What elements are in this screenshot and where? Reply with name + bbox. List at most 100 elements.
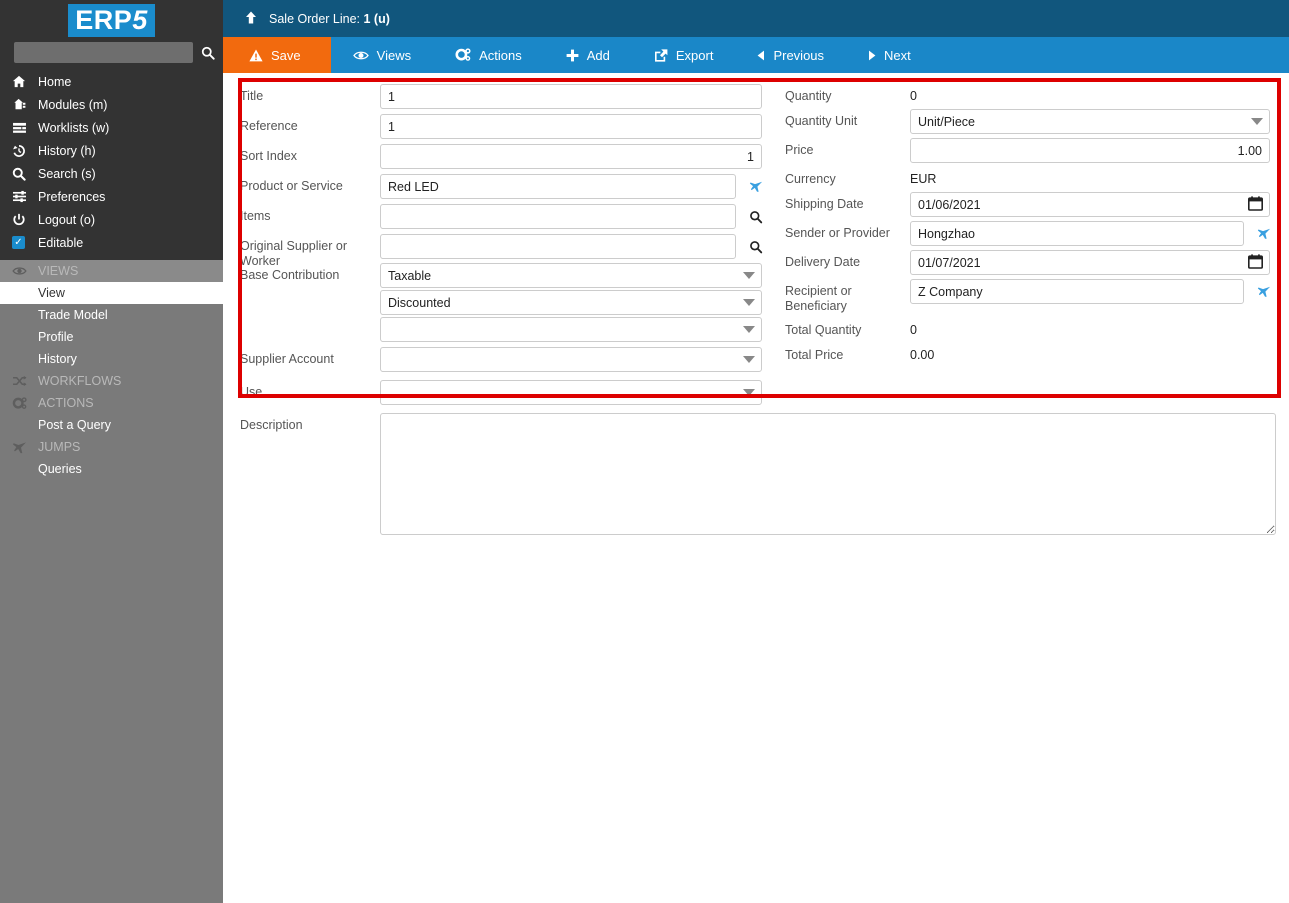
- total-price-label: Total Price: [785, 348, 844, 362]
- breadcrumb-prefix: Sale Order Line:: [269, 11, 364, 26]
- sidebar-item-search[interactable]: Search (s): [0, 162, 223, 185]
- add-button[interactable]: Add: [544, 37, 632, 73]
- field-row-quantity: Quantity 0: [785, 84, 1285, 104]
- search-icon[interactable]: [745, 234, 767, 259]
- sort-index-label: Sort Index: [240, 149, 297, 163]
- recipient-label: Recipient or Beneficiary: [785, 284, 852, 313]
- chevron-down-icon: [743, 299, 755, 306]
- sidebar-item-label: Trade Model: [38, 308, 108, 322]
- gear-icon: [12, 396, 38, 410]
- jump-plane-icon[interactable]: [1253, 279, 1275, 304]
- sidebar-group-actions[interactable]: ACTIONS: [0, 392, 223, 414]
- base-contribution-select-3[interactable]: [380, 317, 762, 342]
- field-row-reference: Reference: [240, 114, 785, 139]
- total-quantity-label: Total Quantity: [785, 323, 862, 337]
- price-label: Price: [785, 143, 814, 157]
- field-row-quantity-unit: Quantity Unit Unit/Piece: [785, 109, 1285, 134]
- sidebar-item-home[interactable]: Home: [0, 70, 223, 93]
- sidebar-item-logout[interactable]: Logout (o): [0, 208, 223, 231]
- description-textarea[interactable]: [380, 413, 1276, 535]
- sidebar-group-workflows[interactable]: WORKFLOWS: [0, 370, 223, 392]
- sender-or-provider-input[interactable]: [910, 221, 1244, 246]
- sidebar-item-editable[interactable]: ✓ Editable: [0, 231, 223, 254]
- sidebar-top-section: ERP5 Home Modules (m) Worklists (w) Hist…: [0, 0, 223, 260]
- erp5-logo[interactable]: ERP5: [0, 0, 223, 38]
- previous-button[interactable]: Previous: [735, 37, 846, 73]
- sidebar-item-label: Modules (m): [38, 97, 108, 112]
- sidebar-group-label: ACTIONS: [38, 396, 94, 410]
- quantity-unit-label: Quantity Unit: [785, 114, 858, 128]
- delivery-date-label: Delivery Date: [785, 255, 861, 269]
- sidebar-group-jumps[interactable]: JUMPS: [0, 436, 223, 458]
- search-icon[interactable]: [745, 204, 767, 229]
- chevron-down-icon: [1251, 118, 1263, 125]
- supplier-account-select[interactable]: [380, 347, 762, 372]
- title-input[interactable]: [380, 84, 762, 109]
- search-icon: [12, 167, 38, 181]
- search-icon[interactable]: [199, 44, 217, 62]
- sidebar-item-trade-model[interactable]: Trade Model: [0, 304, 223, 326]
- items-label: Items: [240, 209, 271, 223]
- items-input[interactable]: [380, 204, 736, 229]
- sidebar-item-worklists[interactable]: Worklists (w): [0, 116, 223, 139]
- recipient-input[interactable]: [910, 279, 1244, 304]
- field-row-base-contribution: Base Contribution Taxable Discounted: [240, 263, 785, 342]
- sidebar-item-queries[interactable]: Queries: [0, 458, 223, 480]
- save-button[interactable]: Save: [223, 37, 331, 73]
- jump-plane-icon[interactable]: [1253, 221, 1275, 246]
- chevron-down-icon: [743, 356, 755, 363]
- form-area: Title Reference Sort Index Product or Se…: [223, 73, 1289, 903]
- sidebar-group-label: JUMPS: [38, 440, 81, 454]
- base-contribution-select-2[interactable]: Discounted: [380, 290, 762, 315]
- quantity-unit-select[interactable]: Unit/Piece: [910, 109, 1270, 134]
- sidebar-item-history[interactable]: History (h): [0, 139, 223, 162]
- sidebar-group-views[interactable]: VIEWS: [0, 260, 223, 282]
- delivery-date-input[interactable]: [910, 250, 1270, 275]
- export-button[interactable]: Export: [632, 37, 736, 73]
- actions-button[interactable]: Actions: [433, 37, 544, 73]
- search-input[interactable]: [14, 42, 193, 63]
- next-button-label: Next: [884, 47, 911, 63]
- product-or-service-input[interactable]: [380, 174, 736, 199]
- base-contribution-value-2: Discounted: [388, 295, 451, 310]
- original-supplier-input[interactable]: [380, 234, 736, 259]
- field-row-price: Price: [785, 138, 1285, 163]
- sidebar-item-post-a-query[interactable]: Post a Query: [0, 414, 223, 436]
- checkbox-checked-icon[interactable]: ✓: [12, 236, 38, 249]
- arrow-up-icon[interactable]: [245, 11, 257, 27]
- sort-index-input[interactable]: [380, 144, 762, 169]
- jump-plane-icon[interactable]: [745, 174, 767, 199]
- shipping-date-input[interactable]: [910, 192, 1270, 217]
- description-label: Description: [240, 418, 303, 432]
- use-select[interactable]: [380, 380, 762, 405]
- views-button[interactable]: Views: [331, 37, 433, 73]
- field-row-items: Items: [240, 204, 785, 229]
- sidebar-group-label: WORKFLOWS: [38, 374, 122, 388]
- base-contribution-select-1[interactable]: Taxable: [380, 263, 762, 288]
- main-content: Sale Order Line: 1 (u) Save Views Action…: [223, 0, 1289, 903]
- field-row-description: Description: [240, 413, 1276, 540]
- quantity-value: 0: [910, 89, 917, 103]
- gear-icon: [455, 48, 471, 62]
- sidebar-item-label: Home: [38, 74, 72, 89]
- home-icon: [12, 75, 38, 88]
- sidebar-item-view[interactable]: View: [0, 282, 223, 304]
- sidebar-item-profile[interactable]: Profile: [0, 326, 223, 348]
- sidebar-item-label: Worklists (w): [38, 120, 110, 135]
- sidebar-item-modules[interactable]: Modules (m): [0, 93, 223, 116]
- sidebar-item-label: Profile: [38, 330, 74, 344]
- next-button[interactable]: Next: [846, 37, 933, 73]
- field-row-product-or-service: Product or Service: [240, 174, 785, 199]
- sidebar-item-label: Editable: [38, 235, 84, 250]
- sidebar-item-preferences[interactable]: Preferences: [0, 185, 223, 208]
- sidebar-item-label: History: [38, 352, 77, 366]
- field-row-total-price: Total Price 0.00: [785, 343, 1285, 363]
- field-row-currency: Currency EUR: [785, 167, 1285, 187]
- field-row-sender-or-provider: Sender or Provider: [785, 221, 1285, 246]
- chevron-down-icon: [743, 389, 755, 396]
- reference-input[interactable]: [380, 114, 762, 139]
- price-input[interactable]: [910, 138, 1270, 163]
- export-button-label: Export: [675, 47, 714, 63]
- base-contribution-label: Base Contribution: [240, 268, 340, 282]
- sidebar-item-history-view[interactable]: History: [0, 348, 223, 370]
